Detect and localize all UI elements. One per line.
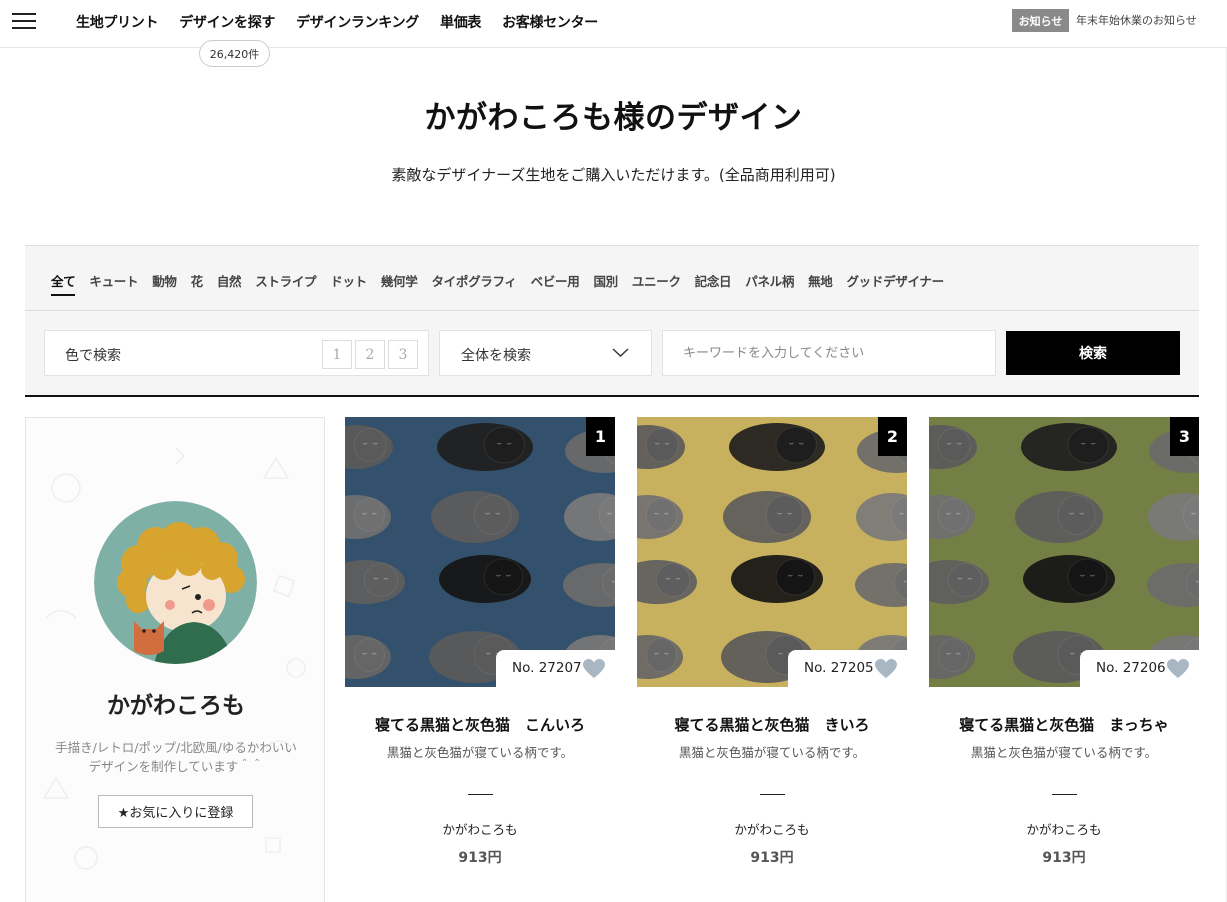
color-search-label: 色で検索 — [65, 348, 121, 364]
menu-icon[interactable] — [12, 12, 36, 30]
product-card[interactable]: 1 No. 27207 寝てる黒猫と灰色猫 こんいろ 黒猫と灰色猫が寝ている柄で… — [345, 417, 615, 867]
product-number-tag: No. 27207 — [496, 650, 615, 687]
product-price: 913円 — [458, 850, 502, 866]
product-number: No. 27207 — [512, 660, 582, 676]
divider — [25, 310, 1199, 311]
design-count-badge: 26,420件 — [199, 40, 270, 67]
heart-icon[interactable] — [1167, 659, 1189, 679]
keyword-input[interactable] — [662, 330, 996, 376]
category-animal[interactable]: 動物 — [152, 271, 177, 290]
nav-find-design[interactable]: デザインを探す — [179, 12, 275, 32]
page-title: かがわころも様のデザイン — [424, 100, 803, 136]
rank-badge: 3 — [1170, 417, 1199, 456]
divider — [1051, 794, 1077, 795]
cat-motif — [1021, 423, 1117, 471]
category-nature[interactable]: 自然 — [217, 271, 242, 290]
product-description: 黒猫と灰色猫が寝ている柄です。 — [386, 745, 574, 760]
cat-motif — [1015, 491, 1103, 543]
product-price: 913円 — [1042, 850, 1086, 866]
product-description: 黒猫と灰色猫が寝ている柄です。 — [678, 745, 866, 760]
nav-customer-center[interactable]: お客様センター — [502, 12, 598, 32]
nav-price-table[interactable]: 単価表 — [440, 12, 481, 32]
cat-motif — [431, 491, 519, 543]
category-geometric[interactable]: 幾何学 — [381, 271, 418, 290]
product-thumbnail[interactable]: 3 No. 27206 — [929, 417, 1199, 687]
product-designer[interactable]: かがわころも — [637, 819, 907, 838]
category-cute[interactable]: キュート — [89, 271, 138, 290]
product-name[interactable]: 寝てる黒猫と灰色猫 こんいろ — [345, 714, 615, 735]
color-page-2[interactable]: 2 — [355, 340, 385, 369]
rank-badge: 2 — [878, 417, 907, 456]
notice-link[interactable]: 年末年始休業のお知らせ — [1076, 12, 1197, 28]
avatar — [94, 501, 257, 664]
search-scope-select[interactable]: 全体を検索 — [439, 330, 652, 376]
heart-icon[interactable] — [875, 659, 897, 679]
product-number-tag: No. 27206 — [1080, 650, 1199, 687]
product-number: No. 27205 — [804, 660, 874, 676]
cat-pattern-image — [637, 417, 907, 687]
designer-card: かがわころも 手描き/レトロ/ポップ/北欧風/ゆるかわいい デザインを制作してい… — [25, 417, 325, 902]
product-number-tag: No. 27205 — [788, 650, 907, 687]
designer-description-line1: 手描き/レトロ/ポップ/北欧風/ゆるかわいい — [55, 740, 297, 755]
category-typography[interactable]: タイポグラフィ — [431, 271, 516, 290]
product-name[interactable]: 寝てる黒猫と灰色猫 まっちゃ — [929, 714, 1199, 735]
designer-description-line2: デザインを制作しています＾＾ — [88, 759, 264, 774]
product-designer[interactable]: かがわころも — [929, 819, 1199, 838]
category-country[interactable]: 国別 — [593, 271, 618, 290]
color-search[interactable]: 色で検索 1 2 3 — [44, 330, 429, 376]
product-name[interactable]: 寝てる黒猫と灰色猫 きいろ — [637, 714, 907, 735]
divider — [467, 794, 493, 795]
product-thumbnail[interactable]: 2 No. 27205 — [637, 417, 907, 687]
cat-motif — [1023, 555, 1115, 603]
heart-icon[interactable] — [583, 659, 605, 679]
product-card[interactable]: 2 No. 27205 寝てる黒猫と灰色猫 きいろ 黒猫と灰色猫が寝ている柄です… — [637, 417, 907, 867]
search-scope-value: 全体を検索 — [461, 348, 531, 364]
page-subtitle: 素敵なデザイナーズ生地をご購入いただけます。(全品商用利用可) — [391, 166, 836, 184]
category-unique[interactable]: ユニーク — [632, 271, 681, 290]
category-anniversary[interactable]: 記念日 — [695, 271, 732, 290]
color-pages: 1 2 3 — [322, 340, 421, 369]
nav-fabric-print[interactable]: 生地プリント — [76, 12, 159, 32]
nav-design-ranking[interactable]: デザインランキング — [296, 12, 419, 32]
chevron-down-icon — [612, 348, 629, 357]
product-thumbnail[interactable]: 1 No. 27207 — [345, 417, 615, 687]
category-plain[interactable]: 無地 — [808, 271, 833, 290]
category-dot[interactable]: ドット — [330, 271, 367, 290]
rank-badge: 1 — [586, 417, 615, 456]
category-all[interactable]: 全て — [51, 271, 76, 296]
main-nav: 生地プリント デザインを探す デザインランキング 単価表 お客様センター — [76, 0, 619, 44]
cat-motif — [437, 423, 533, 471]
category-flower[interactable]: 花 — [191, 271, 204, 290]
cat-motif — [731, 555, 823, 603]
color-page-3[interactable]: 3 — [388, 340, 418, 369]
site-header: 生地プリント デザインを探す デザインランキング 単価表 お客様センター お知ら… — [0, 0, 1227, 48]
color-page-1[interactable]: 1 — [322, 340, 352, 369]
favorite-register-button[interactable]: ★お気に入りに登録 — [98, 795, 253, 828]
cat-motif — [439, 555, 531, 603]
product-number: No. 27206 — [1096, 660, 1166, 676]
category-tabs: 全て キュート 動物 花 自然 ストライプ ドット 幾何学 タイポグラフィ ベビ… — [51, 271, 958, 296]
designer-name: かがわころも — [107, 693, 245, 719]
product-designer[interactable]: かがわころも — [345, 819, 615, 838]
product-price: 913円 — [750, 850, 794, 866]
category-good-designer[interactable]: グッドデザイナー — [846, 271, 944, 290]
cat-motif — [729, 423, 825, 471]
divider — [759, 794, 785, 795]
designer-description: 手描き/レトロ/ポップ/北欧風/ゆるかわいい デザインを制作しています＾＾ — [26, 738, 324, 776]
category-baby[interactable]: ベビー用 — [531, 271, 580, 290]
cat-motif — [723, 491, 811, 543]
product-description: 黒猫と灰色猫が寝ている柄です。 — [970, 745, 1158, 760]
category-panel[interactable]: パネル柄 — [745, 271, 794, 290]
category-stripe[interactable]: ストライプ — [255, 271, 316, 290]
filter-panel: 全て キュート 動物 花 自然 ストライプ ドット 幾何学 タイポグラフィ ベビ… — [25, 245, 1199, 397]
cat-pattern-image — [345, 417, 615, 687]
product-card[interactable]: 3 No. 27206 寝てる黒猫と灰色猫 まっちゃ 黒猫と灰色猫が寝ている柄で… — [929, 417, 1199, 867]
notice-label: お知らせ — [1012, 9, 1069, 32]
search-button[interactable]: 検索 — [1006, 331, 1180, 375]
cat-pattern-image — [929, 417, 1199, 687]
